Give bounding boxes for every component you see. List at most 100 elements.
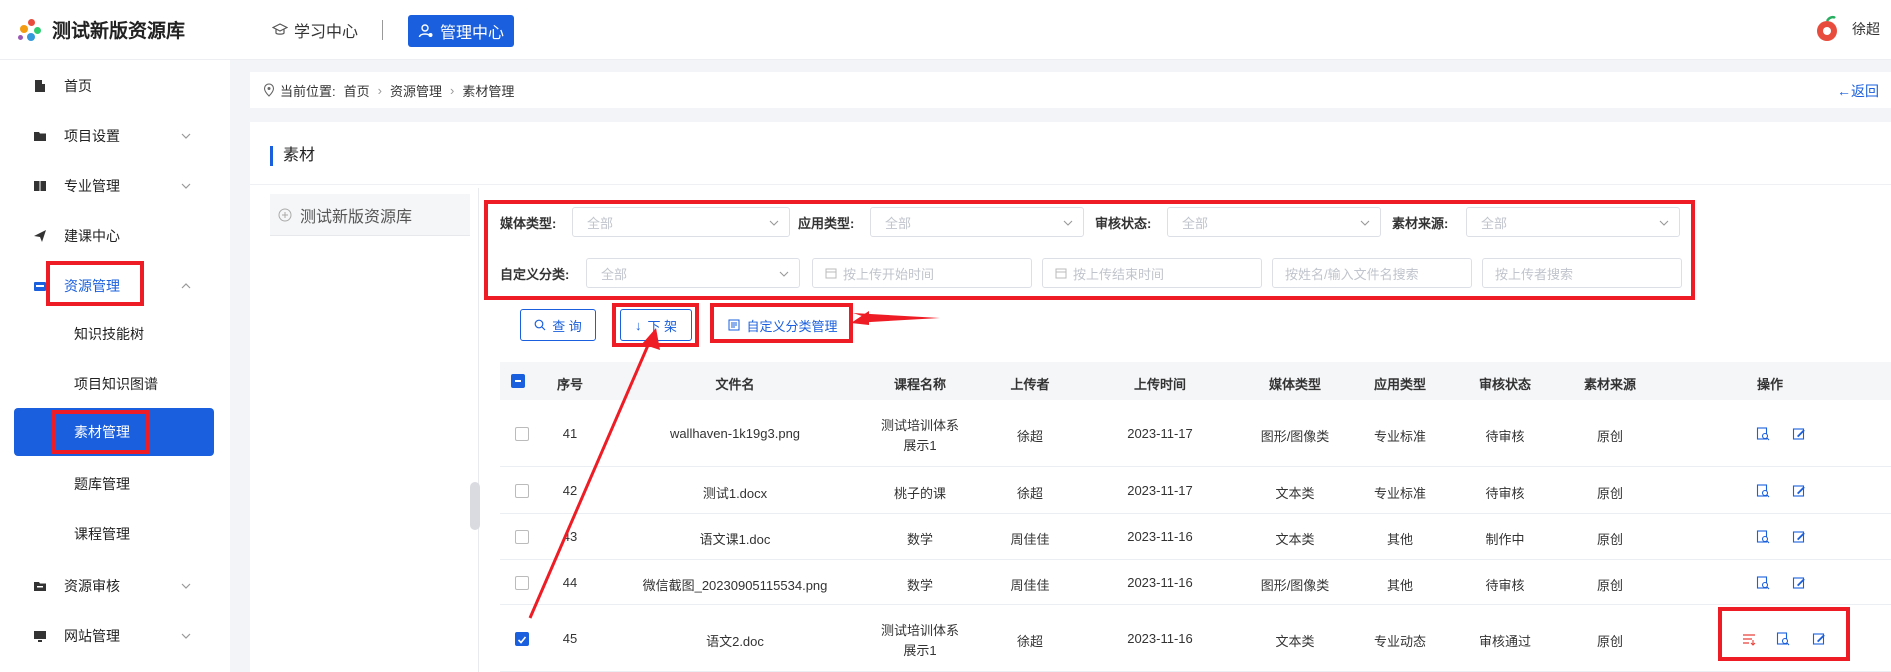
table-row[interactable]: 42 测试1.docx 桃子的课 徐超 2023-11-17 文本类 专业标准 待审核 原创 <box>500 467 1891 514</box>
select-all-checkbox[interactable] <box>511 374 525 388</box>
filter-custom-category: 自定义分类: 全部 <box>500 258 800 288</box>
avatar <box>1812 14 1842 44</box>
search-icon <box>534 319 546 331</box>
back-link[interactable]: ←返回 <box>1837 81 1879 101</box>
edit-icon[interactable] <box>1792 530 1806 544</box>
folder-check-icon <box>34 582 46 591</box>
building-icon <box>35 80 45 92</box>
chevron-right-icon: › <box>377 82 382 98</box>
nav-learning-label: 学习中心 <box>294 24 359 41</box>
logo[interactable]: 测试新版资源库 <box>18 16 185 43</box>
sidebar-item-course-center[interactable]: 建课中心 <box>0 216 230 256</box>
row-checkbox[interactable] <box>515 631 529 646</box>
app-type-select[interactable]: 全部 <box>870 207 1084 237</box>
cell-source: 原创 <box>1596 428 1623 444</box>
nav-learning-center[interactable]: 学习中心 <box>272 18 358 42</box>
view-detail-icon[interactable] <box>1776 631 1790 646</box>
row-checkbox[interactable] <box>515 530 529 544</box>
tree-root-node[interactable]: 测试新版资源库 <box>270 194 470 236</box>
media-type-select[interactable]: 全部 <box>572 207 790 237</box>
cell-media: 图形/图像类 <box>1260 577 1330 593</box>
uploader-search-input[interactable]: 按上传者搜索 <box>1482 258 1682 288</box>
sidebar-subitem-course-management[interactable]: 课程管理 <box>14 510 214 558</box>
sidebar-item-major[interactable]: 专业管理 <box>0 166 230 206</box>
cell-app: 专业标准 <box>1373 485 1426 501</box>
table-row[interactable]: 41 wallhaven-1k19g3.png 测试培训体系 展示1 徐超 2023-11… <box>500 400 1891 467</box>
cell-no: 41 <box>562 425 578 441</box>
sidebar-subitem-knowledge-tree[interactable]: 知识技能树 <box>14 310 214 358</box>
breadcrumb-resource[interactable]: 资源管理 <box>390 81 442 100</box>
header-course: 课程名称 <box>893 377 946 392</box>
sidebar-subitem-question-bank[interactable]: 题库管理 <box>14 460 214 508</box>
tree-divider <box>478 188 479 672</box>
cell-app: 其他 <box>1386 532 1413 547</box>
cell-time: 2023-11-16 <box>1127 574 1193 590</box>
sidebar-item-label: 资源审核 <box>64 578 120 594</box>
header-media: 媒体类型 <box>1268 377 1321 392</box>
view-detail-icon[interactable] <box>1756 426 1770 441</box>
take-down-button[interactable]: ↓ 下 架 <box>620 309 692 341</box>
sidebar-subitem-label: 课程管理 <box>74 526 130 542</box>
sidebar-subitem-material-management[interactable]: 素材管理 <box>14 408 214 456</box>
sidebar-item-website-management[interactable]: 网站管理 <box>0 616 230 656</box>
view-detail-icon[interactable] <box>1756 530 1770 544</box>
edit-icon[interactable] <box>1792 484 1806 498</box>
view-detail-icon[interactable] <box>1756 575 1770 590</box>
cell-course: 测试培训体系 展示1 <box>860 416 980 456</box>
table-row[interactable]: 44 微信截图_20230905115534.png 数学 周佳佳 2023-11-16… <box>500 560 1891 605</box>
header-no: 序号 <box>556 377 583 392</box>
calendar-icon <box>825 268 837 279</box>
sidebar-subitem-knowledge-graph[interactable]: 项目知识图谱 <box>14 360 214 408</box>
user-menu[interactable]: 徐超 <box>1812 14 1880 44</box>
sidebar-item-resource-management[interactable]: 资源管理 <box>0 266 230 306</box>
start-time-input[interactable]: 按上传开始时间 <box>812 258 1032 288</box>
nav-divider <box>382 20 383 40</box>
cell-status: 制作中 <box>1485 532 1525 547</box>
review-status-select[interactable]: 全部 <box>1167 207 1381 237</box>
select-value: 全部 <box>885 215 912 231</box>
table-row[interactable]: 45 语文2.doc 测试培训体系 展示1 徐超 2023-11-16 文本类 专业动态 审核通… <box>500 605 1891 672</box>
edit-icon[interactable] <box>1792 576 1806 590</box>
breadcrumb-home[interactable]: 首页 <box>344 81 370 100</box>
sidebar-subitem-label: 素材管理 <box>74 424 130 440</box>
cell-time: 2023-11-16 <box>1127 630 1193 646</box>
table-row[interactable]: 43 语文课1.doc 数学 周佳佳 2023-11-16 文本类 其他 制作中 原创 <box>500 514 1891 560</box>
custom-category-select[interactable]: 全部 <box>586 258 800 288</box>
uploader-search-placeholder: 按上传者搜索 <box>1495 266 1574 282</box>
view-detail-icon[interactable] <box>1756 483 1770 498</box>
row-checkbox[interactable] <box>515 426 529 441</box>
sidebar-subitem-label: 项目知识图谱 <box>74 376 158 392</box>
take-down-list-icon[interactable] <box>1742 632 1756 646</box>
source-select[interactable]: 全部 <box>1466 207 1680 237</box>
book-icon <box>34 181 46 191</box>
cell-media: 文本类 <box>1275 633 1315 649</box>
location-pin-icon <box>263 83 275 97</box>
top-header: 测试新版资源库 学习中心 管理中心 徐超 <box>0 0 1891 60</box>
sidebar-item-project-settings[interactable]: 项目设置 <box>0 116 230 156</box>
chevron-down-icon <box>181 583 191 589</box>
edit-icon[interactable] <box>1812 632 1826 646</box>
nav-admin-center[interactable]: 管理中心 <box>408 15 515 47</box>
drag-handle[interactable] <box>470 482 480 530</box>
row-checkbox[interactable] <box>515 483 529 498</box>
cell-file: 微信截图_20230905115534.png <box>642 577 828 593</box>
sidebar-item-resource-review[interactable]: 资源审核 <box>0 566 230 606</box>
cell-file: 测试1.docx <box>702 485 768 501</box>
edit-icon[interactable] <box>1792 427 1806 441</box>
chevron-down-icon <box>779 271 789 277</box>
row-checkbox[interactable] <box>515 575 529 590</box>
sidebar-item-label: 资源管理 <box>64 278 120 294</box>
end-time-input[interactable]: 按上传结束时间 <box>1042 258 1262 288</box>
custom-category-manage-button[interactable]: 自定义分类管理 <box>718 309 848 341</box>
cell-no: 42 <box>562 482 578 498</box>
cell-source: 原创 <box>1596 485 1623 501</box>
database-icon <box>34 282 46 291</box>
query-button[interactable]: 查 询 <box>520 309 596 341</box>
name-search-input[interactable]: 按姓名/输入文件名搜索 <box>1272 258 1472 288</box>
select-value: 全部 <box>1182 215 1209 231</box>
select-value: 全部 <box>601 266 628 282</box>
filter-label: 素材来源: <box>1392 215 1449 231</box>
sidebar-item-home[interactable]: 首页 <box>0 66 230 106</box>
cell-course: 桃子的课 <box>893 485 946 501</box>
header-time: 上传时间 <box>1133 377 1186 392</box>
